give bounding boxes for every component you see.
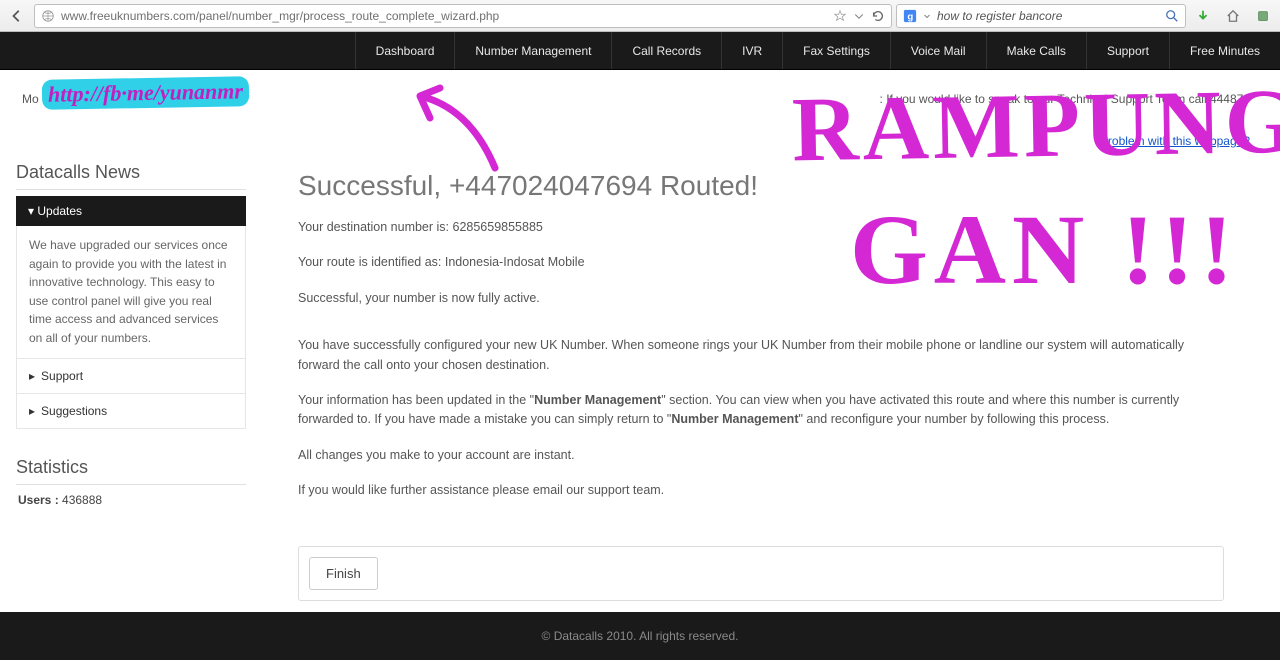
problem-link[interactable]: problem with this webpage? (880, 134, 1250, 148)
page-title: Successful, +447024047694 Routed! (298, 170, 1224, 202)
url-bar[interactable]: www.freeuknumbers.com/panel/number_mgr/p… (34, 4, 892, 28)
dropdown-icon[interactable] (923, 12, 931, 20)
accordion-support[interactable]: ▸ Support (16, 359, 246, 394)
home-button[interactable] (1220, 4, 1246, 28)
download-icon (1196, 9, 1210, 23)
google-icon: g (903, 9, 917, 23)
nav-dashboard[interactable]: Dashboard (355, 32, 455, 69)
reload-icon[interactable] (871, 9, 885, 23)
support-phone-msg: : If you would like to speak to our Tech… (880, 92, 1250, 106)
download-button[interactable] (1190, 4, 1216, 28)
news-body: We have upgraded our services once again… (16, 226, 246, 359)
url-text: www.freeuknumbers.com/panel/number_mgr/p… (61, 9, 827, 23)
top-info-line: Mo : If you would like to speak to our T… (0, 70, 1280, 148)
support-email: If you would like further assistance ple… (298, 481, 1224, 500)
main-content: Successful, +447024047694 Routed! Your d… (258, 156, 1264, 601)
nav-voice-mail[interactable]: Voice Mail (890, 32, 986, 69)
accordion-suggestions-label: Suggestions (41, 404, 107, 418)
stats-label: Users : (18, 493, 59, 507)
search-icon[interactable] (1165, 9, 1179, 23)
puzzle-icon (1256, 9, 1270, 23)
instant-changes: All changes you make to your account are… (298, 446, 1224, 465)
route-id: Your route is identified as: Indonesia-I… (298, 253, 1224, 272)
destination-number: Your destination number is: 628565985588… (298, 218, 1224, 237)
back-icon (10, 9, 24, 23)
nav-fax-settings[interactable]: Fax Settings (782, 32, 890, 69)
nav-number-management[interactable]: Number Management (454, 32, 611, 69)
browser-search[interactable]: g (896, 4, 1186, 28)
top-left-text: Mo (22, 92, 39, 148)
main-nav: Dashboard Number Management Call Records… (0, 32, 1280, 70)
nav-make-calls[interactable]: Make Calls (986, 32, 1086, 69)
bookmark-star-icon[interactable] (833, 9, 847, 23)
nav-free-minutes[interactable]: Free Minutes (1169, 32, 1280, 69)
search-input[interactable] (937, 9, 1159, 23)
nav-call-records[interactable]: Call Records (611, 32, 721, 69)
updates-header-label: Updates (37, 204, 82, 218)
accordion-support-label: Support (41, 369, 83, 383)
sidebar: Datacalls News ▾ Updates We have upgrade… (16, 156, 246, 601)
footer: © Datacalls 2010. All rights reserved. (0, 612, 1280, 660)
addon-button[interactable] (1250, 4, 1276, 28)
nav-ivr[interactable]: IVR (721, 32, 782, 69)
copyright: © Datacalls 2010. All rights reserved. (542, 629, 739, 643)
info-updated: Your information has been updated in the… (298, 391, 1224, 430)
globe-icon (41, 9, 55, 23)
accordion-suggestions[interactable]: ▸ Suggestions (16, 394, 246, 429)
status-active: Successful, your number is now fully act… (298, 289, 1224, 308)
chevron-right-icon: ▸ (29, 369, 35, 383)
chevron-right-icon: ▸ (29, 404, 35, 418)
config-explain: You have successfully configured your ne… (298, 336, 1224, 375)
finish-panel: Finish (298, 546, 1224, 601)
dropdown-icon[interactable] (853, 10, 865, 22)
browser-toolbar: www.freeuknumbers.com/panel/number_mgr/p… (0, 0, 1280, 32)
stats-users: Users : 436888 (16, 485, 246, 515)
back-button[interactable] (4, 4, 30, 28)
nav-support[interactable]: Support (1086, 32, 1169, 69)
finish-button[interactable]: Finish (309, 557, 378, 590)
updates-header[interactable]: ▾ Updates (16, 196, 246, 226)
news-title: Datacalls News (16, 156, 246, 190)
svg-text:g: g (907, 11, 913, 22)
stats-value: 436888 (62, 493, 102, 507)
home-icon (1226, 9, 1240, 23)
stats-title: Statistics (16, 451, 246, 485)
